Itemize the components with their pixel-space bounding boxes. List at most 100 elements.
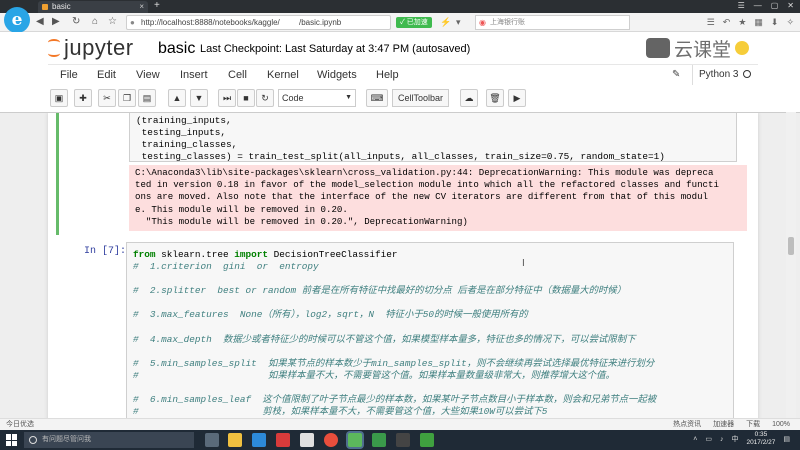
menu-widgets[interactable]: Widgets bbox=[317, 69, 357, 81]
checkpoint-status: Last Checkpoint: Last Saturday at 3:47 P… bbox=[200, 43, 471, 55]
cloud-classroom-icon bbox=[646, 38, 670, 58]
search-engine-icon: ◉ bbox=[479, 18, 486, 27]
copy-icon: ❐ bbox=[122, 93, 132, 103]
cell2-input[interactable]: from sklearn.tree import DecisionTreeCla… bbox=[126, 242, 734, 425]
move-up-button[interactable]: ▲ bbox=[168, 89, 186, 107]
clock-time: 0:35 bbox=[754, 431, 768, 438]
file-explorer-icon[interactable] bbox=[228, 433, 242, 447]
skin-icon[interactable]: ☰ bbox=[738, 0, 745, 12]
cut-button[interactable]: ✂ bbox=[98, 89, 116, 107]
upload-icon: ☁ bbox=[464, 93, 474, 103]
refresh-icon[interactable]: ↻ bbox=[72, 15, 80, 29]
maximize-icon[interactable]: ▢ bbox=[771, 0, 779, 12]
save-button[interactable]: ▣ bbox=[50, 89, 68, 107]
clock[interactable]: 0:35 2017/2/27 bbox=[746, 431, 775, 447]
browser-search-box[interactable]: ◉ 上海银行账 bbox=[475, 15, 630, 30]
menu-icon[interactable]: ☰ bbox=[707, 16, 715, 28]
menu-help[interactable]: Help bbox=[376, 69, 399, 81]
menu-file[interactable]: File bbox=[60, 69, 78, 81]
edit-mode-icon: ✎ bbox=[672, 69, 681, 80]
status-accelerator[interactable]: 加速器 bbox=[713, 419, 734, 430]
delete-button[interactable]: 🗑 bbox=[486, 89, 504, 107]
tray-up-icon[interactable]: ˄ bbox=[693, 436, 697, 443]
keyword-from: from bbox=[133, 249, 156, 260]
video-icon: ▶ bbox=[513, 93, 521, 103]
terminal-icon[interactable] bbox=[396, 433, 410, 447]
present-button[interactable]: ▶ bbox=[508, 89, 526, 107]
jupyter-logo[interactable]: jupyter bbox=[48, 36, 134, 60]
cell1-input[interactable]: (training_inputs, testing_inputs, traini… bbox=[129, 113, 737, 162]
cell-type-select[interactable]: Code ▼ bbox=[278, 89, 356, 107]
keyword-import: import bbox=[234, 249, 269, 260]
new-tab-button[interactable]: + bbox=[154, 0, 160, 12]
star-icon[interactable]: ★ bbox=[738, 16, 746, 28]
edge-icon[interactable] bbox=[252, 433, 266, 447]
copy-button[interactable]: ❐ bbox=[118, 89, 136, 107]
upload-button[interactable]: ☁ bbox=[460, 89, 478, 107]
browser-task-icon[interactable] bbox=[348, 433, 362, 447]
menu-edit[interactable]: Edit bbox=[97, 69, 116, 81]
comment-line: # 如果样本量不大，不需要管这个值。如果样本量数量级非常大，则推荐增大这个值。 bbox=[133, 369, 615, 381]
paste-icon: ▤ bbox=[142, 93, 152, 103]
stderr-text: C:\Anaconda3\lib\site-packages\sklearn\c… bbox=[135, 167, 719, 227]
tab-basic[interactable]: basic × bbox=[38, 1, 148, 13]
browser-logo-icon[interactable]: e bbox=[4, 7, 30, 33]
status-download[interactable]: 下载 bbox=[746, 419, 760, 430]
apps-icon[interactable]: ▦ bbox=[754, 16, 763, 28]
celltoolbar-button[interactable]: CellToolbar bbox=[392, 89, 450, 107]
status-zoom[interactable]: 100% bbox=[772, 419, 790, 430]
minimize-icon[interactable]: — bbox=[754, 0, 762, 12]
forward-icon[interactable]: ▶ bbox=[52, 15, 60, 29]
address-bar[interactable]: ● http://localhost:8888/notebooks/kaggle… bbox=[126, 15, 391, 30]
cortana-search-box[interactable]: 有问题尽管问我 bbox=[24, 432, 194, 448]
favorite-icon[interactable]: ☆ bbox=[108, 15, 117, 29]
windows-start-icon[interactable] bbox=[6, 434, 18, 446]
menu-insert[interactable]: Insert bbox=[180, 69, 208, 81]
move-down-button[interactable]: ▼ bbox=[190, 89, 208, 107]
tab-close-icon[interactable]: × bbox=[139, 1, 144, 13]
menu-cell[interactable]: Cell bbox=[228, 69, 247, 81]
code-cell[interactable]: In [7]: from sklearn.tree import Decisio… bbox=[56, 242, 746, 425]
extension-icon[interactable]: ✧ bbox=[786, 16, 794, 28]
chrome-icon[interactable] bbox=[324, 433, 338, 447]
cell-type-value: Code bbox=[282, 93, 304, 103]
arrow-up-icon: ▲ bbox=[172, 93, 182, 103]
app-green-icon[interactable] bbox=[372, 433, 386, 447]
app-white-icon[interactable] bbox=[300, 433, 314, 447]
kernel-idle-icon bbox=[743, 70, 752, 78]
comment-line bbox=[133, 273, 727, 285]
windows-taskbar: 有问题尽管问我 ˄ ▭ ♪ 中 0:35 2017/2/27 ▤ bbox=[0, 430, 800, 450]
network-icon[interactable]: ▭ bbox=[705, 435, 712, 443]
download-icon[interactable]: ⬇ bbox=[771, 16, 779, 28]
close-window-icon[interactable]: ✕ bbox=[787, 0, 794, 12]
ime-icon[interactable]: 中 bbox=[731, 434, 738, 444]
notebook-area[interactable]: (training_inputs, testing_inputs, traini… bbox=[0, 112, 800, 425]
interrupt-button[interactable]: ■ bbox=[237, 89, 255, 107]
insert-cell-button[interactable]: ✚ bbox=[74, 89, 92, 107]
lightning-icon[interactable]: ⚡ bbox=[440, 16, 451, 28]
app-green2-icon[interactable] bbox=[420, 433, 434, 447]
dropdown-icon[interactable]: ▾ bbox=[456, 16, 461, 28]
jupyter-orb-icon bbox=[48, 39, 60, 57]
command-palette-button[interactable]: ⌨ bbox=[366, 89, 388, 107]
restart-button[interactable]: ↻ bbox=[256, 89, 274, 107]
status-right-items: 热点资讯 加速器 下载 100% bbox=[673, 419, 790, 430]
run-button[interactable]: ⏭ bbox=[218, 89, 236, 107]
volume-icon[interactable]: ♪ bbox=[720, 436, 724, 443]
code-cell-selected[interactable]: (training_inputs, testing_inputs, traini… bbox=[56, 113, 747, 235]
back-icon[interactable]: ◀ bbox=[36, 15, 44, 29]
accelerate-badge[interactable]: ✓ 已加速 bbox=[396, 17, 432, 28]
scrollbar-thumb[interactable] bbox=[788, 237, 794, 255]
status-left-text[interactable]: 今日优选 bbox=[6, 419, 34, 430]
undo-icon[interactable]: ↶ bbox=[723, 16, 731, 28]
notification-icon[interactable]: ▤ bbox=[783, 435, 790, 443]
home-icon[interactable]: ⌂ bbox=[92, 15, 98, 29]
status-news[interactable]: 热点资讯 bbox=[673, 419, 701, 430]
notebook-name[interactable]: basic bbox=[158, 40, 195, 58]
paste-button[interactable]: ▤ bbox=[138, 89, 156, 107]
menu-kernel[interactable]: Kernel bbox=[267, 69, 299, 81]
task-view-icon[interactable] bbox=[205, 433, 219, 447]
page-scrollbar[interactable] bbox=[786, 112, 796, 425]
menu-view[interactable]: View bbox=[136, 69, 160, 81]
app-red-icon[interactable] bbox=[276, 433, 290, 447]
